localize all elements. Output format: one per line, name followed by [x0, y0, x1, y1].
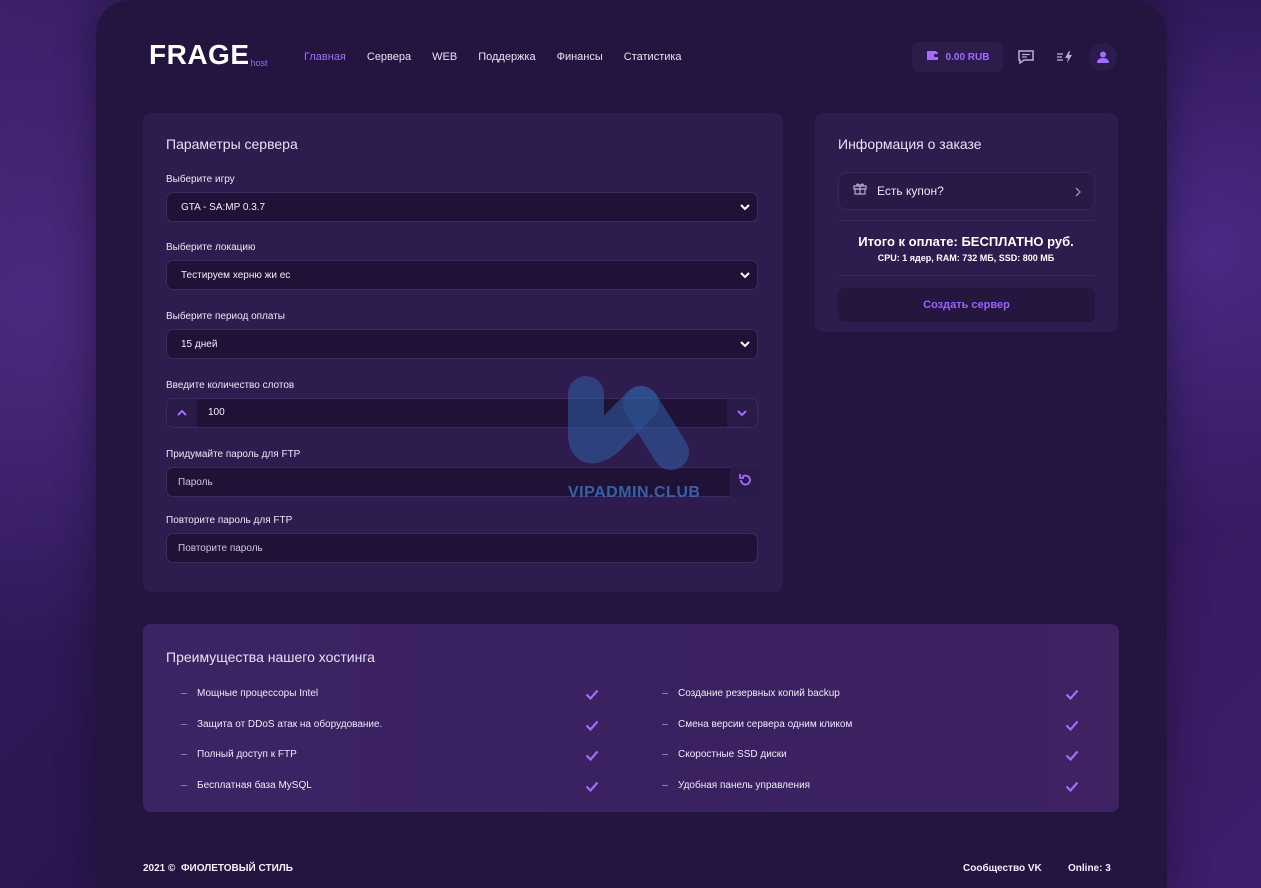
period-select[interactable]: 15 дней	[166, 329, 758, 359]
slots-decrease-button[interactable]	[727, 399, 757, 427]
feature-item: Смена версии сервера одним кликом	[662, 719, 852, 730]
check-icon	[1065, 748, 1079, 766]
slots-increase-button[interactable]	[167, 399, 197, 427]
server-params-title: Параметры сервера	[166, 136, 298, 152]
location-select-value: Тестируем херню жи ес	[181, 269, 291, 281]
coupon-toggle[interactable]: Есть купон?	[838, 172, 1095, 210]
logo-text: FRAGE	[149, 39, 250, 70]
ftp-password-label: Придумайте пароль для FTP	[166, 449, 301, 460]
footer-brand: ФИОЛЕТОВЫЙ СТИЛЬ	[180, 863, 293, 874]
logo[interactable]: FRAGE host	[149, 40, 268, 70]
feature-item: Бесплатная база MySQL	[181, 780, 312, 791]
chevron-down-icon	[739, 269, 751, 284]
slots-label: Введите количество слотов	[166, 380, 295, 391]
nav-web[interactable]: WEB	[432, 51, 457, 63]
ftp-repeat-label: Повторите пароль для FTP	[166, 515, 293, 526]
wallet-icon	[926, 50, 939, 64]
refresh-icon	[738, 473, 752, 492]
page-shell: FRAGE host Главная Сервера WEB Поддержка…	[96, 0, 1167, 888]
watermark-logo	[566, 374, 701, 484]
features-card: Преимущества нашего хостинга Мощные проц…	[143, 624, 1119, 812]
nav-finance[interactable]: Финансы	[557, 51, 603, 63]
server-params-card: Параметры сервера Выберите игру GTA - SA…	[143, 113, 783, 592]
ftp-repeat-input[interactable]	[166, 533, 758, 563]
check-icon	[585, 718, 599, 736]
order-specs: CPU: 1 ядер, RAM: 732 МБ, SSD: 800 МБ	[877, 253, 1055, 263]
order-total: Итого к оплате: БЕСПЛАТНО руб.	[858, 234, 1074, 249]
nav-stats[interactable]: Статистика	[624, 51, 682, 63]
user-icon[interactable]	[1089, 43, 1117, 71]
footer-copyright: 2021 © ФИОЛЕТОВЫЙ СТИЛЬ	[143, 863, 293, 874]
check-icon	[585, 687, 599, 705]
location-select[interactable]: Тестируем херню жи ес	[166, 260, 758, 290]
nav-servers[interactable]: Сервера	[367, 51, 411, 63]
order-info-card: Информация о заказе Есть купон? Итого к …	[815, 113, 1118, 332]
lightning-icon[interactable]	[1051, 43, 1079, 71]
period-select-value: 15 дней	[181, 338, 218, 350]
chevron-down-icon	[739, 338, 751, 353]
feature-item: Удобная панель управления	[662, 780, 810, 791]
features-title: Преимущества нашего хостинга	[166, 649, 375, 665]
divider	[838, 220, 1095, 221]
check-icon	[1065, 718, 1079, 736]
coupon-label: Есть купон?	[877, 184, 944, 198]
game-select-value: GTA - SA:MP 0.3.7	[181, 201, 266, 213]
balance-amount: 0.00 RUB	[945, 51, 990, 63]
gift-icon	[853, 182, 867, 200]
check-icon	[585, 748, 599, 766]
order-info-title: Информация о заказе	[838, 136, 982, 152]
online-count: Online: 3	[1068, 863, 1111, 874]
nav-support[interactable]: Поддержка	[478, 51, 535, 63]
vk-community-link[interactable]: Сообщество VK	[963, 863, 1042, 874]
chevron-down-icon	[739, 201, 751, 216]
watermark-text: VIPADMIN.CLUB	[568, 484, 701, 501]
generate-password-button[interactable]	[730, 467, 760, 497]
check-icon	[1065, 687, 1079, 705]
game-label: Выберите игру	[166, 174, 235, 185]
balance-button[interactable]: 0.00 RUB	[912, 42, 1003, 72]
divider	[838, 275, 1095, 276]
slots-value[interactable]: 100	[208, 407, 225, 418]
feature-item: Полный доступ к FTP	[181, 749, 297, 760]
feature-item: Создание резервных копий backup	[662, 688, 840, 699]
chevron-right-icon	[1074, 185, 1082, 203]
feature-item: Скоростные SSD диски	[662, 749, 787, 760]
check-icon	[585, 779, 599, 797]
period-label: Выберите период оплаты	[166, 311, 285, 322]
create-server-button[interactable]: Создать сервер	[838, 288, 1095, 322]
logo-subtext: host	[250, 58, 268, 68]
location-label: Выберите локацию	[166, 242, 256, 253]
check-icon	[1065, 779, 1079, 797]
main-nav: Главная Сервера WEB Поддержка Финансы Ст…	[304, 51, 682, 63]
feature-item: Мощные процессоры Intel	[181, 688, 318, 699]
game-select[interactable]: GTA - SA:MP 0.3.7	[166, 192, 758, 222]
feature-item: Защита от DDoS атак на оборудование.	[181, 719, 382, 730]
nav-home[interactable]: Главная	[304, 51, 346, 63]
chat-icon[interactable]	[1012, 43, 1040, 71]
